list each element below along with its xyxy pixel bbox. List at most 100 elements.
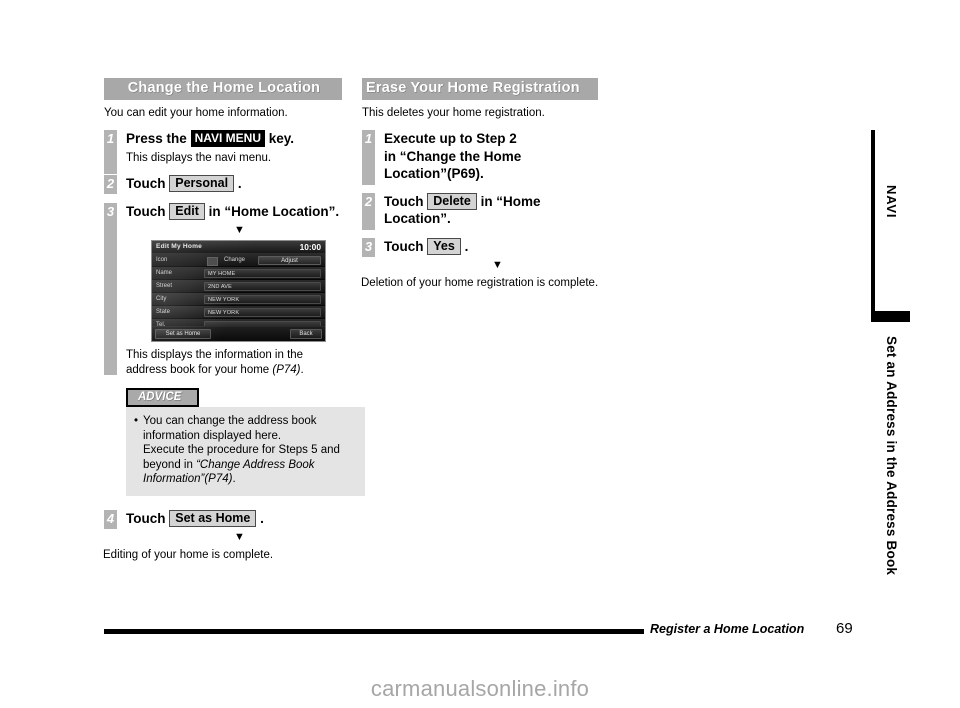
nav-field-value: MY HOME: [208, 270, 236, 277]
step-number: 3: [364, 238, 373, 254]
step-1-press-navi-menu: 1 Press the NAVI MENU key. This displays…: [104, 130, 344, 174]
right-intro-text: This deletes your home registration.: [362, 107, 545, 119]
personal-button[interactable]: Personal: [169, 175, 235, 192]
set-as-home-screen-button[interactable]: Set as Home: [155, 329, 211, 339]
edit-button[interactable]: Edit: [169, 202, 205, 220]
nav-row-label: Icon: [156, 256, 168, 263]
nav-field-list: Icon Change Adjust Name MY HOME Street 2…: [152, 254, 325, 332]
step-text-before: Touch: [126, 176, 166, 191]
nav-field-value: NEW YORK: [208, 309, 240, 316]
side-tab-marker: [871, 311, 910, 322]
flow-arrow-down-icon: ▼: [492, 259, 503, 271]
nav-row-label: City: [156, 295, 167, 302]
nav-row-name[interactable]: Name MY HOME: [152, 267, 325, 280]
nav-titlebar: Edit My Home 10:00: [152, 241, 325, 254]
step-3-caption: This displays the information in the add…: [126, 348, 344, 377]
step-text-before: Touch: [384, 238, 424, 254]
step-line2-plain: in: [384, 148, 400, 164]
step-number: 1: [364, 131, 373, 146]
right-closing-text: Deletion of your home registration is co…: [361, 277, 599, 289]
step-text-before: Touch: [126, 510, 166, 526]
step-text-before: Touch: [126, 203, 166, 219]
advice-body: You can change the address book informat…: [126, 407, 365, 496]
side-tab-rule: [871, 130, 875, 315]
left-column: Change the Home Location You can edit yo…: [103, 78, 365, 563]
step-text: Touch Personal .: [126, 175, 344, 193]
navi-menu-key[interactable]: NAVI MENU: [190, 130, 266, 147]
nav-row-state[interactable]: State NEW YORK: [152, 306, 325, 319]
nav-row-label: Street: [156, 282, 173, 289]
caption-end: .: [300, 363, 304, 376]
yes-button[interactable]: Yes: [427, 237, 461, 255]
advice-label: ADVICE: [126, 388, 200, 407]
step-text-before: Press the: [126, 131, 187, 146]
left-intro-text: You can edit your home information.: [104, 107, 288, 119]
step-number: 2: [364, 193, 373, 209]
nav-change-label[interactable]: Change: [224, 257, 245, 263]
step-text-after: in “Home Location”.: [208, 203, 340, 219]
section-heading-erase-home-registration: Erase Your Home Registration: [362, 78, 598, 100]
nav-row-icon[interactable]: Icon Change Adjust: [152, 254, 325, 267]
caption-page-ref: (P74): [272, 363, 301, 376]
step-line2-end: .: [480, 166, 484, 181]
set-as-home-button[interactable]: Set as Home: [169, 509, 257, 527]
nav-adjust-button[interactable]: Adjust: [258, 255, 321, 265]
step-number: 3: [106, 203, 115, 219]
step-text-after: .: [464, 238, 469, 254]
step-text: Touch Delete in “Home Location”.: [384, 192, 602, 228]
step-2-touch-personal: 2 Touch Personal .: [104, 175, 344, 194]
nav-row-city[interactable]: City NEW YORK: [152, 293, 325, 306]
side-tab-chapter-title: Set an Address in the Address Book: [884, 336, 899, 576]
nav-field-value: NEW YORK: [208, 296, 240, 303]
step-text: Execute up to Step 2 in “Change the Home…: [384, 130, 602, 183]
right-column: Erase Your Home Registration This delete…: [361, 78, 602, 291]
nav-row-street[interactable]: Street 2ND AVE: [152, 280, 325, 293]
back-screen-button[interactable]: Back: [290, 329, 322, 339]
advice-bullet-part1: You can change the address book informat…: [143, 415, 317, 442]
nav-clock: 10:00: [299, 242, 321, 252]
advice-box: ADVICE You can change the address book i…: [126, 387, 365, 496]
delete-button[interactable]: Delete: [427, 192, 477, 210]
step-4-touch-set-as-home: 4 Touch Set as Home . ▼: [104, 509, 344, 544]
advice-bullet: You can change the address book informat…: [134, 414, 357, 487]
step-text-after: .: [260, 510, 264, 526]
advice-bullet-end: .: [232, 473, 236, 485]
step-1-execute-up-to-step-2: 1 Execute up to Step 2 in “Change the Ho…: [362, 130, 602, 185]
step-rail: [104, 202, 117, 375]
step-text-before: Touch: [384, 193, 424, 209]
step-2-touch-delete: 2 Touch Delete in “Home Location”.: [362, 192, 602, 230]
step-text: Touch Yes .: [384, 237, 602, 256]
step-text: Press the NAVI MENU key. This displays t…: [126, 130, 344, 165]
nav-row-label: State: [156, 308, 171, 315]
nav-screen-edit-my-home: Edit My Home 10:00 Icon Change Adjust Na…: [151, 240, 326, 342]
section-heading-change-home-location: Change the Home Location: [104, 78, 342, 100]
nav-field-value: 2ND AVE: [208, 283, 232, 290]
footer-page-number: 69: [836, 620, 853, 637]
flow-arrow-down-icon: ▼: [234, 224, 245, 236]
nav-row-label: Name: [156, 269, 173, 276]
home-icon[interactable]: [207, 256, 218, 266]
manual-page: Change the Home Location You can edit yo…: [0, 0, 960, 708]
step-text: Touch Set as Home .: [126, 509, 344, 528]
step-text: Touch Edit in “Home Location”.: [126, 202, 344, 221]
flow-arrow-down-icon: ▼: [234, 531, 245, 543]
step-text-after: .: [237, 176, 242, 191]
step-1-subtext: This displays the navi menu.: [126, 151, 272, 164]
step-text-after: key.: [268, 131, 295, 146]
step-line2-ref: “Change the Home Location”(P69): [384, 148, 522, 182]
step-number: 1: [106, 131, 115, 146]
nav-screen-title: Edit My Home: [156, 243, 202, 250]
step-number: 4: [106, 510, 115, 526]
nav-adjust-label: Adjust: [281, 257, 298, 264]
step-3-touch-edit: 3 Touch Edit in “Home Location”. ▼ Edit …: [104, 202, 365, 496]
nav-field[interactable]: 2ND AVE: [204, 281, 321, 291]
nav-field[interactable]: NEW YORK: [204, 307, 321, 317]
step-line1: Execute up to Step 2: [384, 131, 517, 146]
step-3-touch-yes: 3 Touch Yes . ▼: [362, 237, 602, 272]
nav-field[interactable]: MY HOME: [204, 268, 321, 278]
footer-section-title: Register a Home Location: [650, 622, 805, 636]
side-tab-navi-label: NAVI: [884, 185, 899, 219]
site-watermark: carmanualsonline.info: [370, 676, 590, 701]
nav-field[interactable]: NEW YORK: [204, 294, 321, 304]
footer-rule: [104, 629, 644, 634]
